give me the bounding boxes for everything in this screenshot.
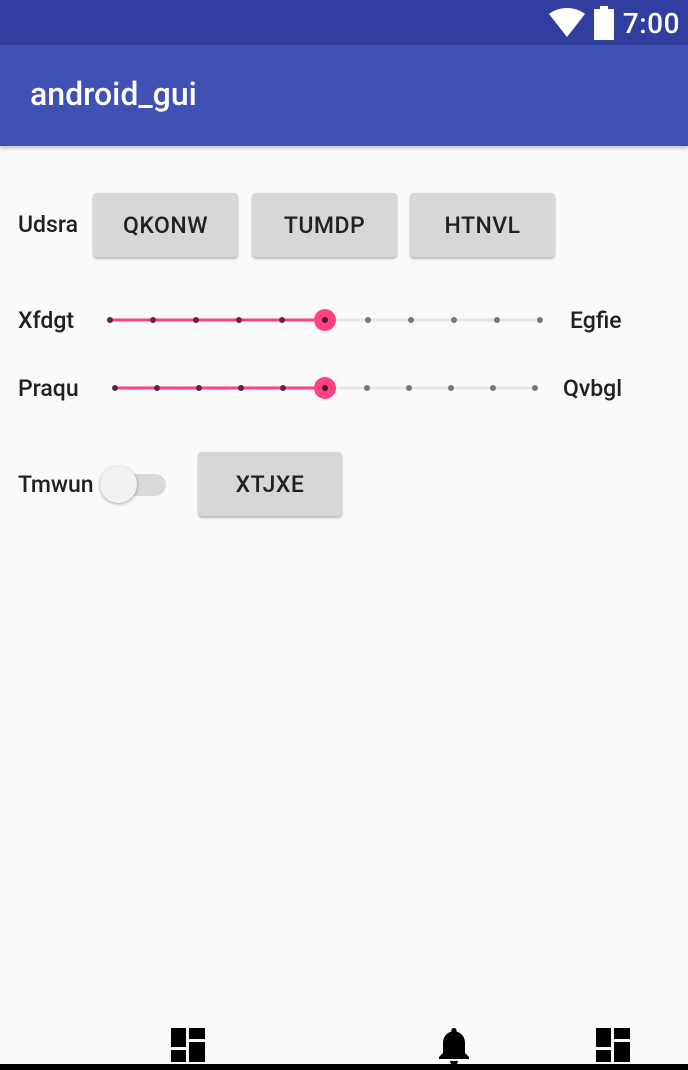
praqu-slider-thumb-dot <box>322 385 328 391</box>
app-title: android_gui <box>30 75 197 113</box>
qkonw-button[interactable]: QKONW <box>93 193 238 257</box>
htnvl-button[interactable]: HTNVL <box>410 193 555 257</box>
praqu-slider-tick <box>490 385 496 391</box>
dashboard-icon[interactable] <box>596 1028 630 1062</box>
xfdgt-slider-tick <box>408 317 414 323</box>
praqu-slider-tick <box>532 385 538 391</box>
xfdgt-slider-tick <box>279 317 285 323</box>
praqu-slider-tick <box>154 385 160 391</box>
xfdgt-slider-tick <box>537 317 543 323</box>
xfdgt-slider-tick <box>451 317 457 323</box>
app-bar: android_gui <box>0 45 688 146</box>
praqu-slider[interactable] <box>105 368 545 408</box>
nav-bar-edge <box>0 1064 688 1070</box>
switch-thumb <box>100 466 137 503</box>
xfdgt-slider-tick <box>494 317 500 323</box>
egfie-label: Egfie <box>570 307 622 334</box>
dashboard-icon[interactable] <box>171 1028 205 1062</box>
praqu-slider-tick <box>364 385 370 391</box>
xfdgt-slider-tick <box>193 317 199 323</box>
status-bar: 7:00 <box>0 0 688 45</box>
praqu-slider-tick <box>280 385 286 391</box>
status-icons: 7:00 <box>548 6 680 40</box>
xfdgt-slider-tick <box>236 317 242 323</box>
xfdgt-slider-tick <box>107 317 113 323</box>
praqu-slider-tick <box>238 385 244 391</box>
xfdgt-slider-tick <box>365 317 371 323</box>
wifi-icon <box>548 8 585 37</box>
xfdgt-slider-track <box>107 309 543 331</box>
bell-icon[interactable] <box>438 1026 470 1066</box>
praqu-slider-tick <box>112 385 118 391</box>
qvbgl-label: Qvbgl <box>563 375 623 402</box>
tumdp-button[interactable]: TUMDP <box>252 193 397 257</box>
udsra-label: Udsra <box>18 211 78 238</box>
praqu-slider-tick <box>448 385 454 391</box>
praqu-label: Praqu <box>18 375 79 402</box>
status-time: 7:00 <box>622 6 680 40</box>
praqu-slider-track <box>112 377 538 399</box>
praqu-slider-tick <box>406 385 412 391</box>
xfdgt-slider[interactable] <box>100 300 555 340</box>
xfdgt-label: Xfdgt <box>18 307 75 334</box>
xtjxe-button[interactable]: XTJXE <box>198 452 342 516</box>
battery-icon <box>593 6 614 40</box>
xfdgt-slider-tick <box>150 317 156 323</box>
tmwun-label: Tmwun <box>18 471 94 498</box>
tmwun-switch[interactable] <box>100 466 168 504</box>
praqu-slider-tick <box>196 385 202 391</box>
bottom-nav <box>0 1020 688 1070</box>
xfdgt-slider-thumb-dot <box>322 317 328 323</box>
